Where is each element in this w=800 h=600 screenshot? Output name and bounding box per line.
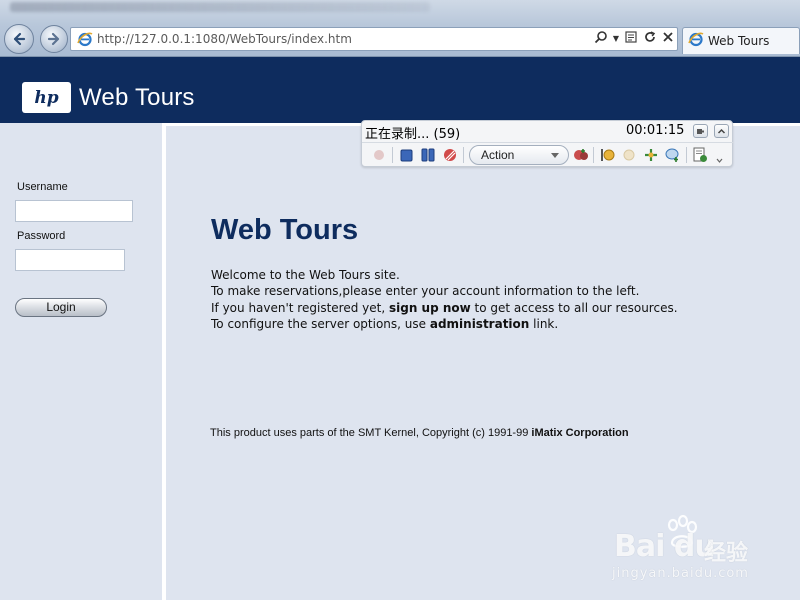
ie-icon xyxy=(76,30,94,48)
logo-text: hp xyxy=(34,87,59,108)
page-title: Web Tours xyxy=(211,214,359,246)
cancel-recording-icon[interactable] xyxy=(442,147,458,163)
close-icon[interactable] xyxy=(662,30,674,48)
recording-timer: 00:01:15 xyxy=(626,123,685,138)
main-content: Web Tours Welcome to the Web Tours site.… xyxy=(166,126,800,600)
record-icon[interactable] xyxy=(371,147,387,163)
welcome-text: Welcome to the Web Tours site. To make r… xyxy=(211,267,678,332)
tab-web-tours[interactable]: Web Tours xyxy=(682,27,800,54)
browser-chrome: ▼ Web Tours xyxy=(0,0,800,57)
login-sidebar xyxy=(0,123,163,600)
forward-button[interactable] xyxy=(40,25,68,53)
login-button[interactable]: Login xyxy=(15,298,107,317)
insert-text-check-icon[interactable] xyxy=(692,147,708,163)
new-action-icon[interactable] xyxy=(573,147,589,163)
administration-link[interactable]: administration xyxy=(430,317,530,331)
toolbar-separator xyxy=(686,147,687,163)
welcome-line: Welcome to the Web Tours site. xyxy=(211,268,400,282)
rendezvous-icon[interactable] xyxy=(643,147,659,163)
pause-icon[interactable] xyxy=(420,147,436,163)
compatibility-view-icon[interactable] xyxy=(624,30,638,49)
ie-icon xyxy=(688,31,704,51)
recording-status: 正在录制... (59) xyxy=(365,127,461,142)
hp-logo: hp xyxy=(22,82,71,113)
site-title: Web Tours xyxy=(79,84,195,111)
action-dropdown[interactable]: Action xyxy=(469,145,569,165)
action-dropdown-value: Action xyxy=(481,148,515,162)
chevron-down-icon[interactable]: ▼ xyxy=(613,30,619,48)
end-transaction-icon[interactable] xyxy=(621,147,637,163)
chevron-down-icon[interactable] xyxy=(714,152,724,168)
recording-toolbar: 正在录制... (59) 00:01:15 Action xyxy=(361,120,734,167)
start-transaction-icon[interactable] xyxy=(599,147,615,163)
password-field[interactable] xyxy=(15,249,125,271)
pin-icon[interactable] xyxy=(693,124,708,138)
copyright-notice: This product uses parts of the SMT Kerne… xyxy=(210,427,629,439)
toolbar-separator xyxy=(392,147,393,163)
arrow-right-icon xyxy=(47,32,60,46)
stop-icon[interactable] xyxy=(398,147,414,163)
register-line: If you haven't registered yet, sign up n… xyxy=(211,300,678,315)
back-button[interactable] xyxy=(4,24,34,54)
window-title-bar xyxy=(10,2,430,12)
site-header: hp Web Tours xyxy=(0,57,800,123)
sign-up-link[interactable]: sign up now xyxy=(389,301,471,315)
admin-line: To configure the server options, use adm… xyxy=(211,316,559,331)
instructions-line: To make reservations,please enter your a… xyxy=(211,284,640,299)
chevron-down-icon xyxy=(551,153,559,158)
recorder-tools: Action xyxy=(362,142,734,166)
copyright-company: iMatix Corporation xyxy=(531,427,629,439)
url-input[interactable] xyxy=(97,29,577,49)
address-bar[interactable]: ▼ xyxy=(70,27,678,51)
insert-comment-icon[interactable] xyxy=(665,147,681,163)
password-label: Password xyxy=(17,230,66,242)
chevron-up-icon[interactable] xyxy=(714,124,729,138)
toolbar-separator xyxy=(593,147,594,163)
arrow-left-icon xyxy=(13,32,26,46)
refresh-icon[interactable] xyxy=(643,30,657,49)
search-icon[interactable] xyxy=(594,30,608,49)
username-field[interactable] xyxy=(15,200,133,222)
username-label: Username xyxy=(17,181,68,193)
tab-label: Web Tours xyxy=(708,34,770,48)
toolbar-separator xyxy=(463,147,464,163)
